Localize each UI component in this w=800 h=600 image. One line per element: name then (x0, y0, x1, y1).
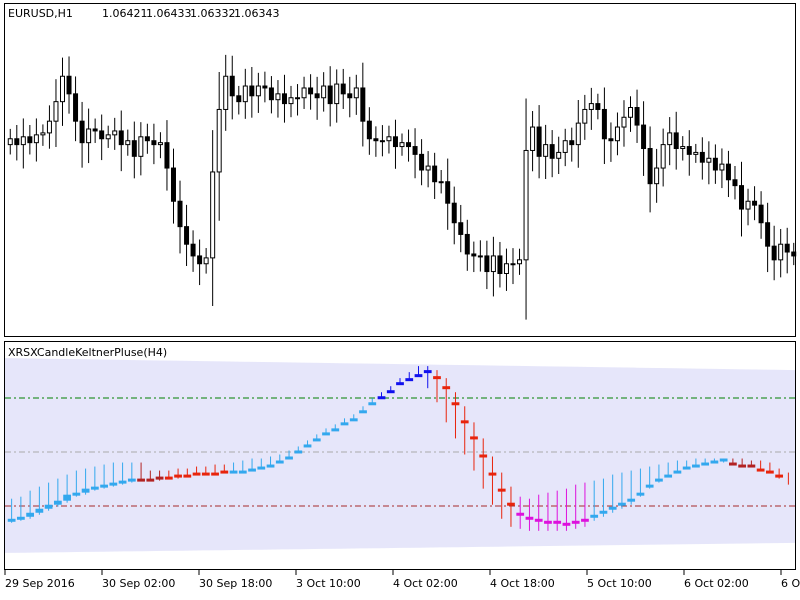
time-label-7: 6 Oct 02:00 (684, 577, 749, 590)
time-label-5: 4 Oct 18:00 (490, 577, 555, 590)
ohlc-close-value: 1.06343 (234, 7, 280, 20)
chart-window: EURUSD,H1 1.06421 1.06433 1.06332 1.0634… (0, 0, 800, 600)
indicator-title: XRSXCandleKeltnerPluse(H4) (8, 346, 167, 359)
time-label-6: 5 Oct 10:00 (587, 577, 652, 590)
ohlc-high-value: 1.06433 (146, 7, 192, 20)
keltner-band-fill (5, 358, 795, 553)
ohlc-low-value: 1.06332 (190, 7, 236, 20)
ohlc-open-value: 1.06421 (102, 7, 148, 20)
time-label-1: 30 Sep 02:00 (102, 577, 175, 590)
time-label-2: 30 Sep 18:00 (199, 577, 272, 590)
indicator-pane[interactable]: XRSXCandleKeltnerPluse(H4) (4, 341, 796, 570)
time-label-4: 4 Oct 02:00 (393, 577, 458, 590)
time-label-3: 3 Oct 10:00 (296, 577, 361, 590)
time-label-0: 29 Sep 2016 (5, 577, 75, 590)
symbol-label: EURUSD,H1 (8, 7, 73, 20)
time-label-8: 6 O (781, 577, 800, 590)
